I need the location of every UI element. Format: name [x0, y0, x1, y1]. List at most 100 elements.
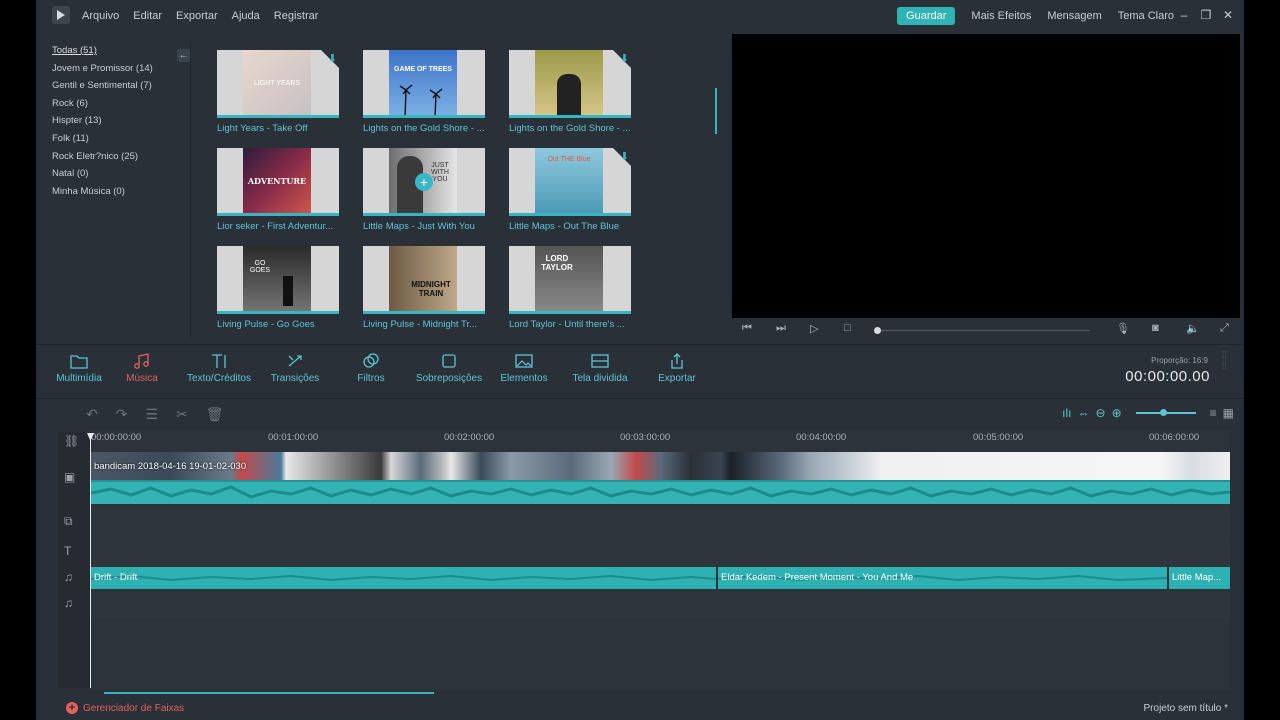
music-card[interactable]: ADVENTURE Lior seker - First Adventur... — [217, 148, 339, 232]
microphone-icon[interactable]: 🎙 — [1116, 322, 1130, 335]
category-rock[interactable]: Rock (6) — [36, 95, 190, 113]
menu-exportar[interactable]: Exportar — [176, 10, 218, 22]
music-thumbnail[interactable]: Out THE Blue ⬇ — [509, 148, 631, 216]
link-icon[interactable]: ⛓ — [64, 434, 79, 448]
music-thumbnail[interactable]: MIDNIGHT TRAIN — [363, 246, 485, 314]
preview-progress-handle[interactable] — [874, 327, 881, 334]
add-icon[interactable]: + — [415, 173, 433, 191]
category-gentle[interactable]: Gentil e Sentimental (7) — [36, 77, 190, 95]
minimize-icon[interactable]: – — [1178, 8, 1190, 22]
download-icon[interactable]: ⬇ — [620, 52, 629, 65]
audio-clip-drift[interactable]: Drift - Drift — [91, 567, 716, 589]
preview-progress-track[interactable] — [877, 330, 1090, 331]
save-button[interactable]: Guardar — [897, 7, 956, 25]
step-back-icon[interactable]: ⏭ — [776, 322, 786, 335]
current-timecode: 00:00:00.00 — [1125, 368, 1210, 385]
fit-timeline-icon[interactable]: ⇔ — [1078, 406, 1090, 420]
tab-elements[interactable]: Elementos — [498, 353, 550, 384]
music-card[interactable]: LORD TAYLOR Lord Taylor - Until there's … — [509, 246, 631, 330]
zoom-slider[interactable] — [1135, 409, 1196, 416]
list-view-icon[interactable]: ≡ — [1210, 406, 1217, 420]
gripper-icon[interactable]: ⁞⁞ ⁞⁞ ⁞⁞ — [1222, 351, 1232, 382]
album-cover: LIGHT YEARS — [243, 50, 311, 115]
category-electronic-rock[interactable]: Rock Eletr?nico (25) — [36, 148, 190, 166]
audio-mixer-icon[interactable]: ılı — [1062, 406, 1071, 420]
window-controls: – ❐ ✕ — [1178, 8, 1234, 22]
audio-clip-little-maps[interactable]: Little Map... — [1169, 567, 1230, 589]
music-card[interactable]: LIGHT YEARS ⬇ Light Years - Take Off — [217, 50, 339, 134]
text-track[interactable] — [91, 539, 1230, 569]
library-scrollbar[interactable] — [715, 88, 717, 134]
menu-editar[interactable]: Editar — [133, 10, 162, 22]
video-clip[interactable]: bandicam 2018-04-16 19-01-02-030 — [91, 452, 1230, 504]
maximize-icon[interactable]: ❐ — [1200, 8, 1212, 22]
delete-icon[interactable]: 🗑 — [206, 406, 224, 423]
close-icon[interactable]: ✕ — [1222, 8, 1234, 22]
undo-icon[interactable]: ↶ — [86, 406, 98, 423]
adjust-icon[interactable]: ☰ — [145, 406, 158, 423]
music-track-2[interactable] — [91, 592, 1230, 618]
tab-music[interactable]: Música — [122, 353, 162, 384]
music-thumbnail[interactable]: LIGHT YEARS ⬇ — [217, 50, 339, 118]
tab-filters[interactable]: Filtros — [350, 353, 392, 384]
category-young[interactable]: Jovem e Promissor (14) — [36, 60, 190, 78]
menu-registrar[interactable]: Registrar — [274, 10, 319, 22]
download-icon[interactable]: ⬇ — [620, 150, 629, 163]
tab-multimedia[interactable]: Multimídia — [54, 353, 104, 384]
download-icon[interactable]: ⬇ — [328, 52, 337, 65]
edit-tools: ↶ ↷ ☰ ✂ 🗑 — [86, 406, 224, 423]
music-thumbnail[interactable]: ⬇ — [509, 50, 631, 118]
audio-clip-eldar[interactable]: Eldar Kedem - Present Moment - You And M… — [718, 567, 1167, 589]
more-effects-link[interactable]: Mais Efeitos — [971, 10, 1031, 22]
tab-transitions[interactable]: Transições — [268, 353, 322, 384]
category-all[interactable]: Todas (51) — [36, 42, 190, 60]
music-thumbnail[interactable]: LORD TAYLOR — [509, 246, 631, 314]
menu-arquivo[interactable]: Arquivo — [82, 10, 119, 22]
playhead[interactable] — [90, 436, 91, 688]
music-card[interactable]: GAME OF TREES Lights on the Gold Shore -… — [363, 50, 485, 134]
tab-text-credits[interactable]: Texto/Créditos — [184, 353, 254, 384]
track-manager-button[interactable]: + Gerenciador de Faixas — [66, 702, 184, 714]
menu-ajuda[interactable]: Ajuda — [232, 10, 260, 22]
tab-split-screen[interactable]: Tela dividida — [570, 353, 630, 384]
tab-export[interactable]: Exportar — [654, 353, 700, 384]
grid-view-icon[interactable]: ▦ — [1223, 406, 1234, 420]
timeline-scrollbar[interactable] — [104, 692, 434, 694]
stop-icon[interactable]: □ — [844, 322, 851, 334]
music-card[interactable]: MIDNIGHT TRAIN Living Pulse - Midnight T… — [363, 246, 485, 330]
music-title: Living Pulse - Go Goes — [217, 319, 315, 330]
skip-back-icon[interactable]: ⏮ — [742, 322, 752, 335]
music-title: Lord Taylor - Until there's ... — [509, 319, 625, 330]
category-christmas[interactable]: Natal (0) — [36, 165, 190, 183]
fullscreen-icon[interactable]: ⤢ — [1220, 322, 1229, 335]
message-link[interactable]: Mensagem — [1047, 10, 1101, 22]
zoom-out-icon[interactable]: ⊖ — [1096, 406, 1106, 420]
category-my-music[interactable]: Minha Música (0) — [36, 183, 190, 201]
album-cover — [535, 50, 603, 115]
redo-icon[interactable]: ↷ — [116, 406, 128, 423]
album-cover: GAME OF TREES — [389, 50, 457, 115]
video-track-icon: ▣ — [64, 470, 76, 484]
cut-icon[interactable]: ✂ — [176, 406, 188, 423]
play-icon[interactable]: ▷ — [810, 322, 818, 335]
music-card[interactable]: ⬇ Lights on the Gold Shore - ... — [509, 50, 631, 134]
theme-link[interactable]: Tema Claro — [1118, 10, 1174, 22]
zoom-in-icon[interactable]: ⊕ — [1112, 406, 1122, 420]
camera-icon[interactable]: ◙ — [1152, 322, 1159, 334]
category-hipster[interactable]: Hispter (13) — [36, 112, 190, 130]
category-folk[interactable]: Folk (11) — [36, 130, 190, 148]
volume-icon[interactable]: 🔈 — [1186, 322, 1200, 335]
filter-icon — [363, 353, 379, 368]
timeline-ruler[interactable]: 00:00:00:00 00:01:00:00 00:02:00:00 00:0… — [90, 430, 1244, 450]
tab-overlays[interactable]: Sobreposições — [414, 353, 484, 384]
music-card[interactable]: GO GOES Living Pulse - Go Goes — [217, 246, 339, 330]
music-thumbnail[interactable]: GAME OF TREES — [363, 50, 485, 118]
music-thumbnail[interactable]: ADVENTURE — [217, 148, 339, 216]
pip-track[interactable] — [91, 508, 1230, 538]
music-thumbnail[interactable]: GO GOES — [217, 246, 339, 314]
music-card[interactable]: JUST WITH YOU + Little Maps - Just With … — [363, 148, 485, 232]
music-thumbnail[interactable]: JUST WITH YOU + — [363, 148, 485, 216]
overlay-icon — [442, 354, 456, 368]
collapse-panel-icon[interactable]: ← — [177, 49, 190, 62]
music-card[interactable]: Out THE Blue ⬇ Little Maps - Out The Blu… — [509, 148, 631, 232]
